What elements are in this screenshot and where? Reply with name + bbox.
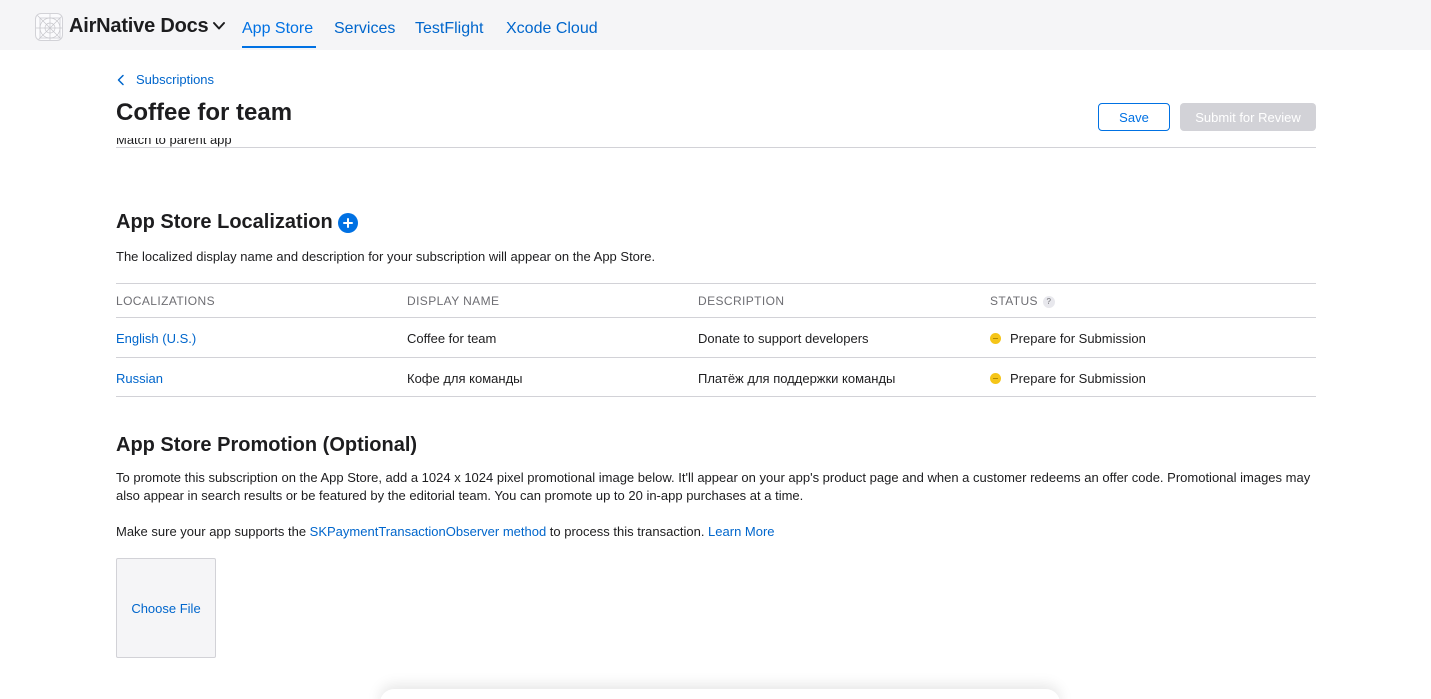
submit-for-review-button[interactable]: Submit for Review <box>1180 103 1316 131</box>
table-row: English (U.S.) Coffee for team Donate to… <box>116 317 1316 357</box>
help-icon[interactable]: ? <box>1042 296 1055 308</box>
localization-description: The localized display name and descripti… <box>116 249 656 264</box>
table-row: Russian Кофе для команды Платёж для подд… <box>116 357 1316 397</box>
chevron-down-icon[interactable] <box>212 19 226 33</box>
skpayment-observer-link[interactable]: SKPaymentTransactionObserver method <box>310 524 547 539</box>
column-header-status: STATUS? <box>990 294 1055 308</box>
promotional-image-upload[interactable]: Choose File <box>116 558 216 658</box>
learn-more-link[interactable]: Learn More <box>708 524 774 539</box>
status-cell: Prepare for Submission <box>990 331 1146 346</box>
promotion-section-title: App Store Promotion (Optional) <box>116 434 418 456</box>
chevron-left-icon <box>117 74 124 85</box>
promotion-description: To promote this subscription on the App … <box>116 470 1311 503</box>
add-circle-icon[interactable] <box>338 213 358 233</box>
column-header-display-name: DISPLAY NAME <box>407 294 500 308</box>
status-label: Prepare for Submission <box>1010 371 1146 386</box>
column-header-description: DESCRIPTION <box>698 294 785 308</box>
page-title: Coffee for team <box>116 99 293 126</box>
display-name-cell: Coffee for team <box>407 331 497 346</box>
description-cell: Donate to support developers <box>698 331 869 346</box>
status-pending-icon <box>990 373 1001 384</box>
save-button[interactable]: Save <box>1098 103 1170 131</box>
breadcrumb-label: Subscriptions <box>136 72 215 87</box>
localizations-table: LOCALIZATIONS DISPLAY NAME DESCRIPTION S… <box>116 283 1316 397</box>
tab-testflight[interactable]: TestFlight <box>415 20 483 38</box>
top-navigation-bar: AirNative Docs App Store Services TestFl… <box>0 0 1431 50</box>
tab-xcode-cloud[interactable]: Xcode Cloud <box>506 20 598 38</box>
description-cell: Платёж для поддержки команды <box>698 371 896 386</box>
team-name[interactable]: AirNative Docs <box>69 15 209 38</box>
locale-link-english[interactable]: English (U.S.) <box>116 331 196 346</box>
status-pending-icon <box>990 333 1001 344</box>
app-logo-icon <box>35 13 63 41</box>
choose-file-button[interactable]: Choose File <box>131 601 200 616</box>
table-header-row: LOCALIZATIONS DISPLAY NAME DESCRIPTION S… <box>116 283 1316 317</box>
column-header-localizations: LOCALIZATIONS <box>116 294 215 308</box>
status-label: Prepare for Submission <box>1010 331 1146 346</box>
header-divider <box>116 147 1316 148</box>
tab-services[interactable]: Services <box>334 20 395 38</box>
localization-section-title: App Store Localization <box>116 211 333 233</box>
active-tab-indicator <box>242 46 316 48</box>
locale-link-russian[interactable]: Russian <box>116 371 163 386</box>
display-name-cell: Кофе для команды <box>407 371 523 386</box>
bottom-floating-bar <box>380 689 1060 699</box>
status-cell: Prepare for Submission <box>990 371 1146 386</box>
breadcrumb-back-link[interactable]: Subscriptions <box>116 72 214 87</box>
promotion-note: Make sure your app supports the SKPaymen… <box>116 524 775 539</box>
tab-app-store[interactable]: App Store <box>242 20 313 38</box>
